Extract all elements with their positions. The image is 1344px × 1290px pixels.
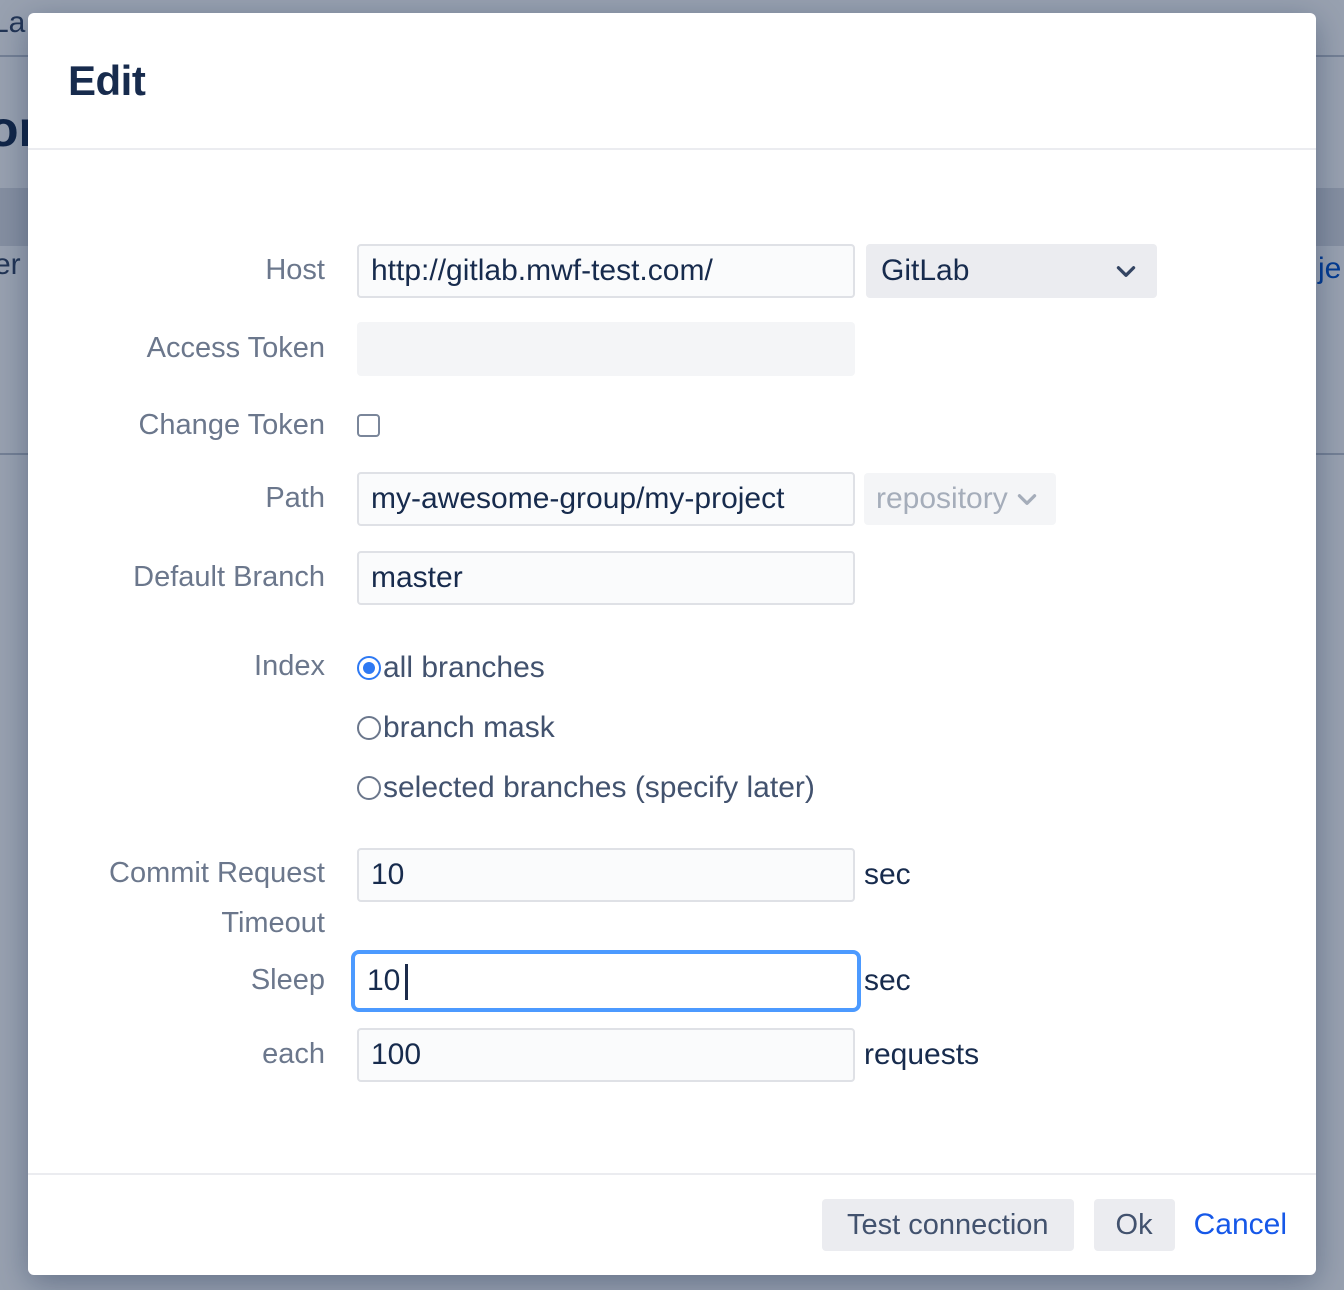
- sleep-unit: sec: [864, 954, 911, 1008]
- edit-dialog: Edit Host GitLab Access Token Change Tok…: [28, 13, 1316, 1275]
- each-input[interactable]: [357, 1028, 855, 1082]
- dialog-header: Edit: [28, 13, 1316, 105]
- index-radio-group: all branches branch mask selected branch…: [357, 648, 815, 828]
- cancel-button[interactable]: Cancel: [1194, 1208, 1287, 1242]
- access-token-label: Access Token: [68, 322, 325, 375]
- index-option-branch-mask[interactable]: branch mask: [357, 708, 815, 748]
- index-option-selected-branches[interactable]: selected branches (specify later): [357, 768, 815, 808]
- ok-button[interactable]: Ok: [1094, 1199, 1175, 1251]
- text-cursor: [405, 964, 408, 1000]
- commit-timeout-unit: sec: [864, 848, 911, 902]
- host-type-value: GitLab: [881, 254, 969, 288]
- change-token-checkbox[interactable]: [357, 414, 380, 437]
- commit-request-timeout-input[interactable]: [357, 848, 855, 902]
- path-label: Path: [68, 472, 325, 525]
- default-branch-input[interactable]: [357, 551, 855, 605]
- sleep-row: Sleep sec: [68, 954, 1276, 1012]
- host-row: Host GitLab: [68, 244, 1276, 298]
- test-connection-button[interactable]: Test connection: [822, 1199, 1074, 1251]
- path-input[interactable]: [357, 472, 855, 526]
- each-row: each requests: [68, 1028, 1276, 1082]
- dialog-body: Host GitLab Access Token Change Token Pa…: [28, 150, 1316, 1082]
- host-label: Host: [68, 244, 325, 297]
- access-token-row: Access Token: [68, 322, 1276, 376]
- index-option-all-branches[interactable]: all branches: [357, 648, 815, 688]
- change-token-label: Change Token: [68, 402, 325, 448]
- radio-label: all branches: [383, 651, 545, 685]
- sleep-input[interactable]: [351, 950, 861, 1012]
- commit-request-timeout-label: Commit Request Timeout: [68, 848, 325, 948]
- access-token-input[interactable]: [357, 322, 855, 376]
- path-kind-select: repository: [864, 473, 1056, 525]
- host-input[interactable]: [357, 244, 855, 298]
- radio-label: selected branches (specify later): [383, 771, 815, 805]
- each-unit: requests: [864, 1028, 979, 1082]
- path-row: Path repository: [68, 472, 1276, 526]
- chevron-down-icon: [1014, 486, 1040, 512]
- index-row: Index all branches branch mask selected …: [68, 648, 1276, 828]
- each-label: each: [68, 1028, 325, 1081]
- chevron-down-icon: [1113, 258, 1139, 284]
- change-token-row: Change Token: [68, 402, 1276, 448]
- radio-label: branch mask: [383, 711, 555, 745]
- dialog-title: Edit: [68, 57, 1276, 105]
- index-label: Index: [68, 648, 325, 684]
- default-branch-label: Default Branch: [68, 551, 325, 604]
- path-kind-value: repository: [876, 482, 1008, 516]
- sleep-label: Sleep: [68, 954, 325, 1007]
- default-branch-row: Default Branch: [68, 551, 1276, 605]
- radio-unselected-icon: [357, 776, 381, 800]
- host-type-select[interactable]: GitLab: [866, 244, 1157, 298]
- commit-request-timeout-row: Commit Request Timeout sec: [68, 848, 1276, 948]
- dialog-footer: Test connection Ok Cancel: [28, 1173, 1316, 1275]
- radio-selected-icon: [357, 656, 381, 680]
- radio-unselected-icon: [357, 716, 381, 740]
